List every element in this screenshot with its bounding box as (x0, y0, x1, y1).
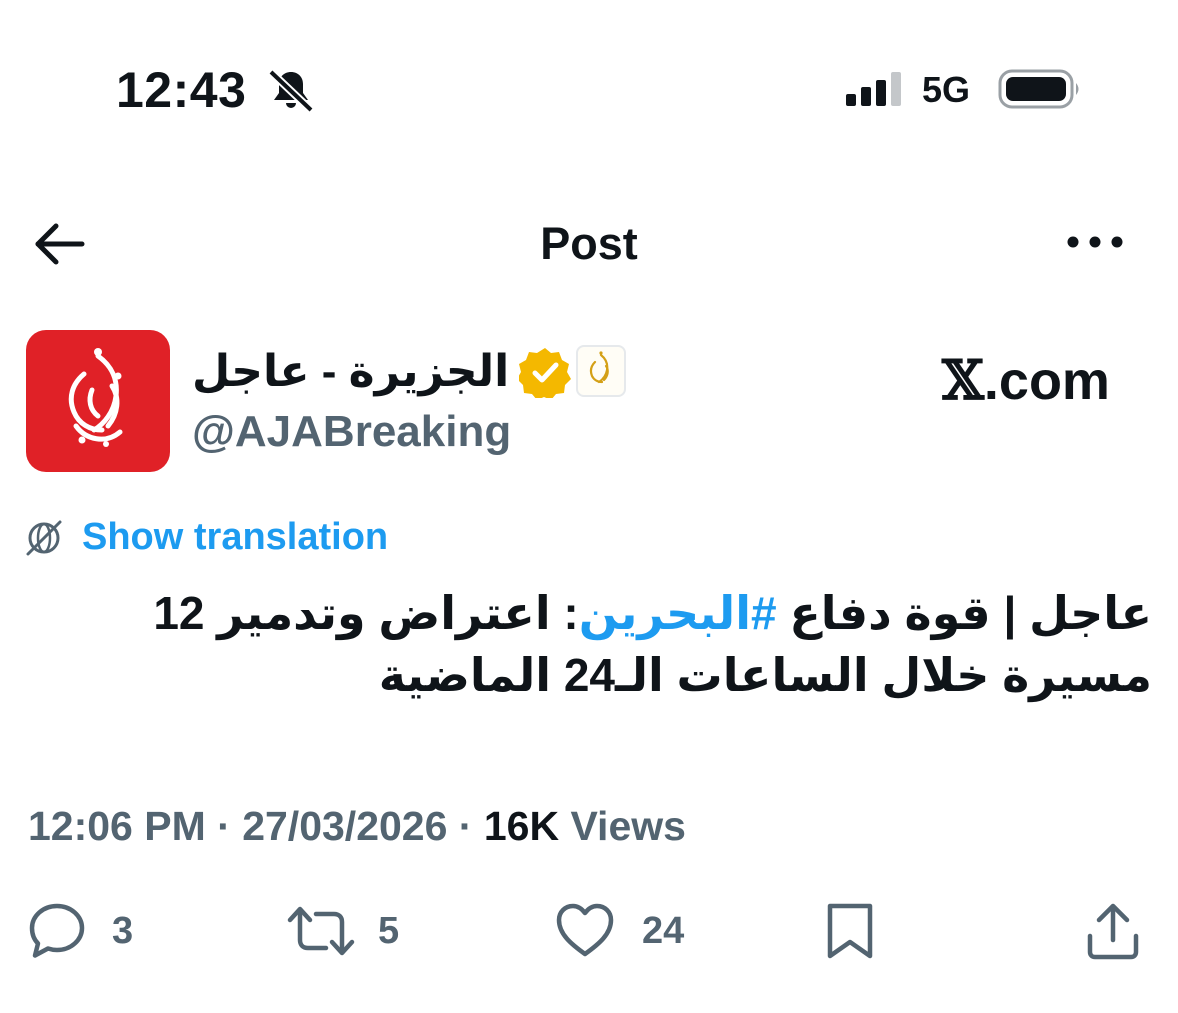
avatar[interactable] (26, 330, 170, 472)
page-title: Post (540, 218, 638, 269)
views-label: Views (559, 803, 686, 849)
translate-globe-icon (26, 520, 62, 556)
reply-button[interactable]: 3 (26, 900, 146, 962)
bookmark-icon (827, 903, 873, 959)
status-time: 12:43 (116, 62, 247, 118)
signal-strength-icon (846, 72, 901, 106)
share-button[interactable] (1084, 900, 1142, 962)
tweet-meta: 12:06 PM · 27/03/2026 · 16K Views (28, 800, 686, 852)
network-type: 5G (922, 69, 971, 110)
x-logo-icon: 𝕏 (942, 348, 984, 412)
verified-badge-icon[interactable] (519, 346, 571, 398)
more-options-icon[interactable] (1060, 222, 1130, 262)
al-jazeera-affiliate-icon (589, 351, 609, 384)
views-count: 16K (483, 803, 560, 849)
meta-separator: · (447, 803, 484, 849)
tweet-date[interactable]: 27/03/2026 (242, 803, 447, 849)
hashtag-link[interactable]: #البحرين (579, 587, 777, 639)
al-jazeera-logo-icon (68, 348, 123, 447)
battery-icon (998, 69, 1079, 109)
author-handle[interactable]: @AJABreaking (192, 406, 511, 458)
heart-icon (556, 903, 614, 957)
bell-slash-icon (268, 69, 314, 112)
like-count: 24 (642, 910, 685, 952)
repost-button[interactable]: 5 (286, 900, 416, 962)
tweet-time[interactable]: 12:06 PM (28, 803, 206, 849)
reply-icon (29, 903, 85, 958)
bookmark-button[interactable] (822, 900, 880, 962)
affiliate-badge[interactable] (576, 345, 626, 397)
show-translation-label[interactable]: Show translation (82, 514, 388, 560)
repost-count: 5 (378, 910, 400, 952)
tweet-text-before: عاجل | قوة دفاع (776, 587, 1152, 639)
tweet-text: عاجل | قوة دفاع #البحرين: اعتراض وتدمير … (40, 582, 1152, 706)
author-name[interactable]: الجزيرة - عاجل (192, 346, 514, 398)
post-screen: 12:43 5G Post الجزيرة - عاجل @AJABreakin… (0, 0, 1178, 1013)
meta-separator: · (205, 803, 243, 849)
reply-count: 3 (112, 910, 134, 952)
share-icon (1087, 903, 1139, 960)
source-domain-suffix: .com (983, 351, 1110, 411)
source-watermark: 𝕏.com (942, 350, 1110, 411)
like-button[interactable]: 24 (554, 900, 704, 962)
repost-icon (287, 906, 355, 956)
